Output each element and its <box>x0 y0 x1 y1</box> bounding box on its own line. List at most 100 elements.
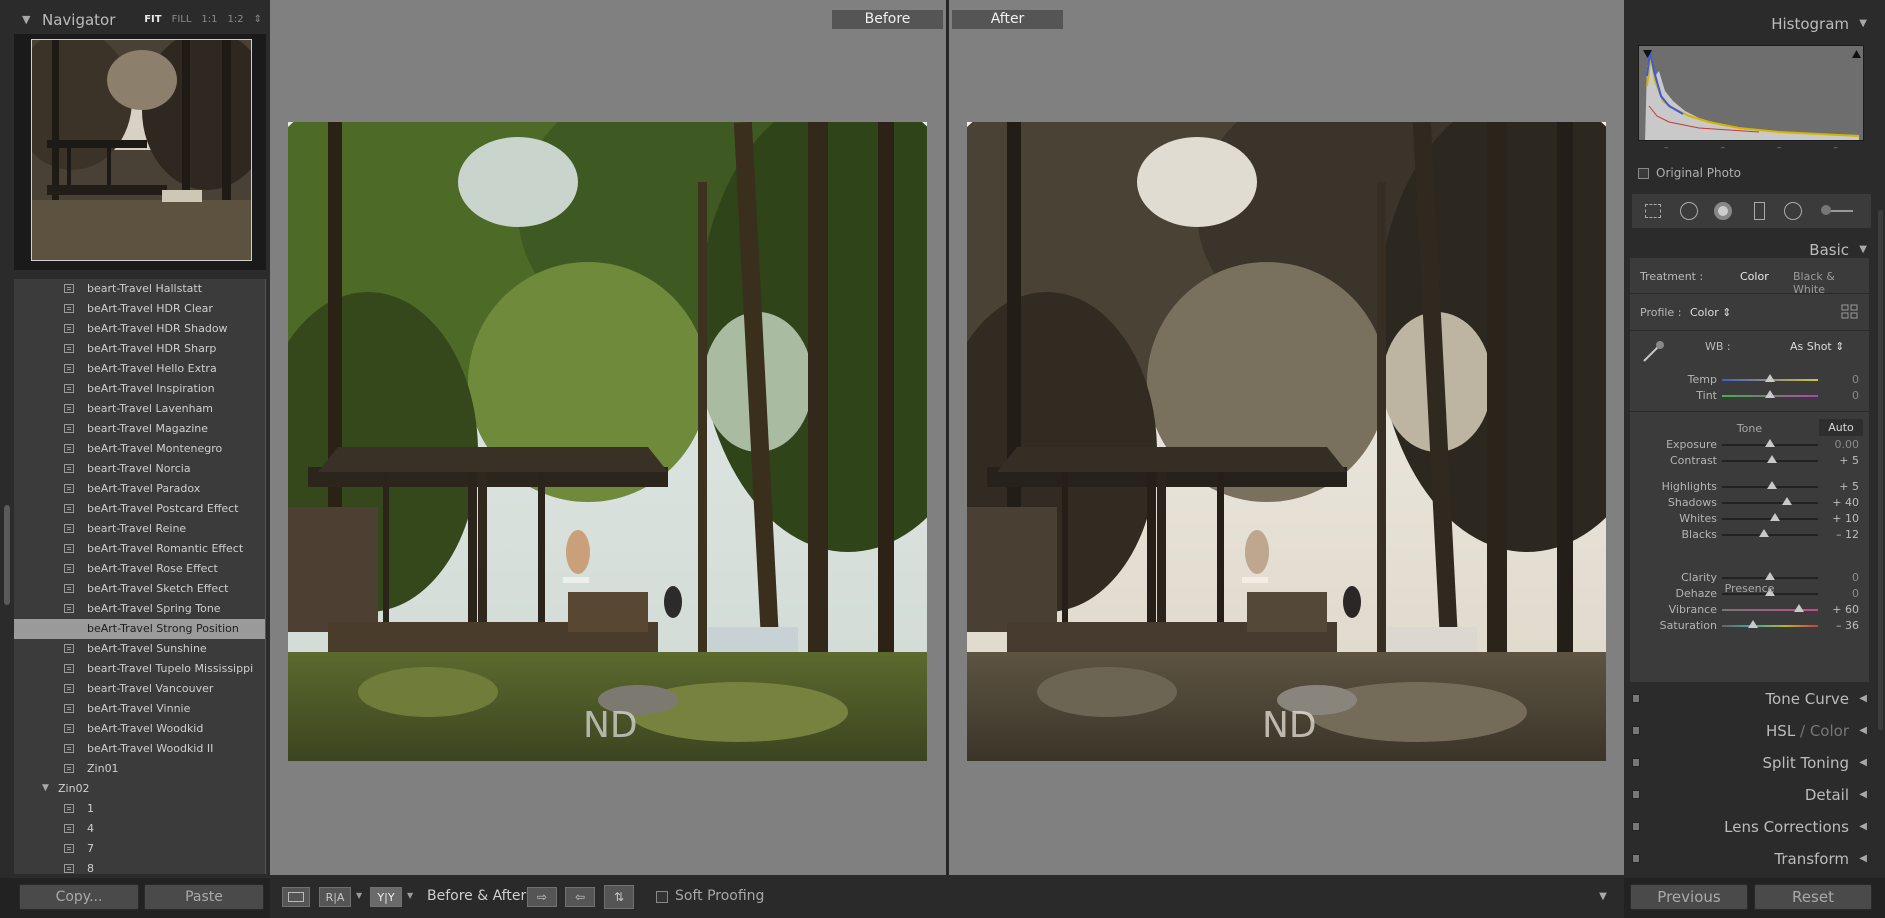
zoom-fit[interactable]: FIT <box>144 14 161 25</box>
copy-before-to-after-button[interactable]: ⇨ <box>527 887 557 907</box>
contrast-value[interactable]: + 5 <box>1839 454 1859 467</box>
paste-button[interactable]: Paste <box>144 884 264 910</box>
navigator-header[interactable]: ▼ Navigator FIT FILL 1:1 1:2 ⇕ <box>14 6 266 34</box>
auto-tone-button[interactable]: Auto <box>1819 419 1863 436</box>
view-yy-dropdown-icon[interactable]: ▼ <box>407 891 413 900</box>
collapse-triangle-icon[interactable]: ▼ <box>22 13 30 26</box>
shadows-slider-thumb[interactable] <box>1782 497 1793 505</box>
before-after-canvas[interactable]: Before After ND ND <box>270 0 1624 875</box>
preset-item[interactable]: beArt-Travel Sunshine <box>14 639 266 659</box>
toolbar-menu-icon[interactable]: ▼ <box>1592 887 1614 907</box>
preset-item[interactable]: beArt-Travel Montenegro <box>14 439 266 459</box>
preset-item[interactable]: beart-Travel Tupelo Mississippi <box>14 659 266 679</box>
view-ra-button[interactable]: R|A <box>319 887 351 907</box>
spot-removal-icon[interactable] <box>1678 200 1700 222</box>
preset-item[interactable]: beArt-Travel HDR Shadow <box>14 319 266 339</box>
graduated-filter-icon[interactable] <box>1748 200 1770 222</box>
after-photo[interactable]: ND <box>967 122 1606 761</box>
zoom-fill[interactable]: FILL <box>172 14 192 25</box>
preset-item[interactable]: beArt-Travel Strong Position <box>14 619 266 639</box>
collapse-triangle-icon[interactable]: ▼ <box>1859 18 1867 29</box>
panel-toggle-icon[interactable] <box>1632 854 1640 863</box>
view-ra-dropdown-icon[interactable]: ▼ <box>356 891 362 900</box>
preset-item[interactable]: 8 <box>14 859 266 874</box>
preset-item[interactable]: beArt-Travel Woodkid <box>14 719 266 739</box>
detail-header[interactable]: Detail ◀ <box>1630 781 1875 807</box>
collapse-triangle-icon[interactable]: ▼ <box>1859 244 1867 255</box>
panel-toggle-icon[interactable] <box>1632 726 1640 735</box>
vibrance-slider-thumb[interactable] <box>1793 604 1804 612</box>
lens-corrections-header[interactable]: Lens Corrections ◀ <box>1630 813 1875 839</box>
expand-triangle-icon[interactable]: ◀ <box>1859 853 1867 864</box>
expand-triangle-icon[interactable]: ◀ <box>1859 789 1867 800</box>
panel-toggle-icon[interactable] <box>1632 790 1640 799</box>
before-photo[interactable]: ND <box>288 122 927 761</box>
preset-item[interactable]: beArt-Travel Paradox <box>14 479 266 499</box>
clarity-slider-thumb[interactable] <box>1765 572 1775 580</box>
hsl-header[interactable]: HSL / Color ◀ <box>1630 717 1875 743</box>
preset-list[interactable]: beart-Travel Hallstatt beArt-Travel HDR C… <box>14 279 266 874</box>
preset-item[interactable]: beArt-Travel Inspiration <box>14 379 266 399</box>
radial-filter-icon[interactable] <box>1782 200 1804 222</box>
split-toning-header[interactable]: Split Toning ◀ <box>1630 749 1875 775</box>
tint-slider-thumb[interactable] <box>1765 390 1775 398</box>
navigator-thumbnail[interactable] <box>31 39 252 261</box>
zoom-custom[interactable]: 1:2 <box>228 14 244 25</box>
crop-icon[interactable] <box>1642 200 1664 222</box>
panel-toggle-icon[interactable] <box>1632 758 1640 767</box>
preset-item[interactable]: beArt-Travel Spring Tone <box>14 599 266 619</box>
preset-folder[interactable]: ▼ Zin02 <box>14 779 266 799</box>
blacks-slider-thumb[interactable] <box>1759 529 1770 537</box>
preset-item[interactable]: beArt-Travel HDR Sharp <box>14 339 266 359</box>
soft-proofing-checkbox[interactable] <box>656 891 668 903</box>
preset-item[interactable]: beart-Travel Magazine <box>14 419 266 439</box>
saturation-value[interactable]: – 36 <box>1836 619 1859 632</box>
whites-slider-thumb[interactable] <box>1769 513 1780 521</box>
expand-triangle-icon[interactable]: ◀ <box>1859 693 1867 704</box>
copy-button[interactable]: Copy... <box>19 884 139 910</box>
preset-item[interactable]: beart-Travel Vancouver <box>14 679 266 699</box>
wb-dropdown[interactable]: As Shot ⇕ <box>1790 340 1844 353</box>
saturation-slider[interactable] <box>1722 625 1818 627</box>
preset-item[interactable]: 1 <box>14 799 266 819</box>
treatment-color-option[interactable]: Color <box>1740 270 1769 283</box>
panel-toggle-icon[interactable] <box>1632 694 1640 703</box>
original-photo-checkbox[interactable] <box>1638 167 1649 179</box>
preset-item[interactable]: beart-Travel Reine <box>14 519 266 539</box>
expand-triangle-icon[interactable]: ◀ <box>1859 725 1867 736</box>
red-eye-icon[interactable] <box>1712 200 1734 222</box>
profile-browser-icon[interactable] <box>1841 304 1859 323</box>
transform-header[interactable]: Transform ◀ <box>1630 845 1875 871</box>
preset-item[interactable]: beArt-Travel Woodkid II <box>14 739 266 759</box>
folder-expand-icon[interactable]: ▼ <box>42 783 49 793</box>
right-scrollbar[interactable] <box>1878 210 1883 730</box>
blacks-slider[interactable] <box>1722 534 1818 536</box>
preset-item[interactable]: beart-Travel Lavenham <box>14 399 266 419</box>
histogram-header[interactable]: Histogram ▼ <box>1630 10 1875 36</box>
preset-item[interactable]: 7 <box>14 839 266 859</box>
preset-item[interactable]: beArt-Travel HDR Clear <box>14 299 266 319</box>
preset-item[interactable]: beArt-Travel Postcard Effect <box>14 499 266 519</box>
original-photo-toggle[interactable]: Original Photo <box>1638 166 1741 180</box>
highlight-clipping-icon[interactable] <box>1852 50 1861 58</box>
preset-item[interactable]: beart-Travel Hallstatt <box>14 279 266 299</box>
swap-before-after-button[interactable]: ⇅ <box>604 885 634 909</box>
exposure-slider-thumb[interactable] <box>1765 439 1775 447</box>
adjustment-brush-icon[interactable] <box>1818 200 1858 222</box>
whites-value[interactable]: + 10 <box>1832 512 1859 525</box>
expand-triangle-icon[interactable]: ◀ <box>1859 821 1867 832</box>
profile-dropdown[interactable]: Color ⇕ <box>1690 306 1731 319</box>
previous-button[interactable]: Previous <box>1630 884 1748 910</box>
preset-item[interactable]: beArt-Travel Hello Extra <box>14 359 266 379</box>
preset-item[interactable]: beArt-Travel Vinnie <box>14 699 266 719</box>
expand-triangle-icon[interactable]: ◀ <box>1859 757 1867 768</box>
saturation-slider-thumb[interactable] <box>1747 620 1758 628</box>
shadows-slider[interactable] <box>1722 502 1818 504</box>
preset-item[interactable]: beArt-Travel Sketch Effect <box>14 579 266 599</box>
preset-item[interactable]: beArt-Travel Romantic Effect <box>14 539 266 559</box>
zoom-stepper-icon[interactable]: ⇕ <box>254 14 262 25</box>
shadows-value[interactable]: + 40 <box>1832 496 1859 509</box>
highlights-value[interactable]: + 5 <box>1839 480 1859 493</box>
vibrance-value[interactable]: + 60 <box>1832 603 1859 616</box>
left-scrollbar[interactable] <box>4 505 10 605</box>
